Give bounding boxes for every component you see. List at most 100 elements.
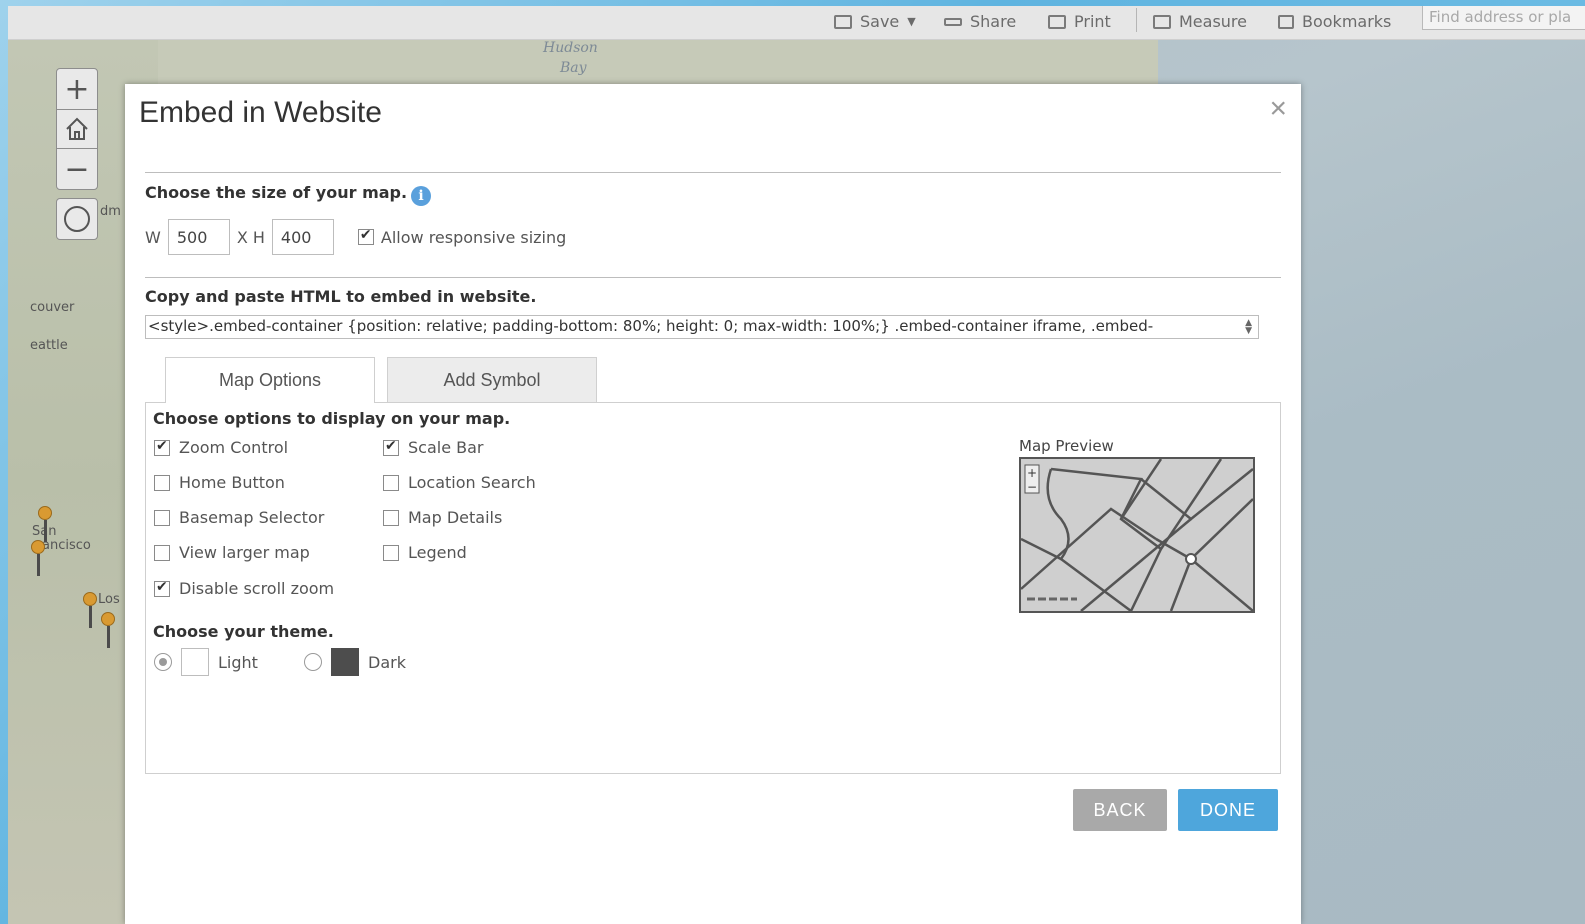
map-options-panel: Choose options to display on your map. Z… bbox=[145, 402, 1281, 774]
home-button[interactable] bbox=[57, 109, 97, 149]
home-button-option[interactable]: Home Button bbox=[154, 473, 285, 492]
print-button[interactable]: Print bbox=[1048, 12, 1111, 31]
light-swatch bbox=[181, 648, 209, 676]
location-search-checkbox[interactable] bbox=[383, 474, 399, 491]
location-search-option[interactable]: Location Search bbox=[383, 473, 536, 492]
option-label: Home Button bbox=[179, 473, 285, 492]
zoom-control-option[interactable]: Zoom Control bbox=[154, 438, 288, 457]
theme-dark-label: Dark bbox=[368, 652, 406, 672]
bookmarks-button[interactable]: Bookmarks bbox=[1278, 12, 1391, 31]
print-label: Print bbox=[1074, 12, 1111, 31]
share-button[interactable]: Share bbox=[944, 12, 1016, 31]
map-details-checkbox[interactable] bbox=[383, 509, 399, 526]
view-larger-map-checkbox[interactable] bbox=[154, 544, 170, 561]
theme-light-option[interactable]: Light bbox=[154, 648, 258, 676]
theme-dark-option[interactable]: Dark bbox=[304, 648, 406, 676]
save-label: Save bbox=[860, 12, 900, 31]
locate-icon bbox=[64, 206, 90, 232]
map-details-option[interactable]: Map Details bbox=[383, 508, 502, 527]
options-section-label: Choose options to display on your map. bbox=[153, 409, 511, 428]
back-button[interactable]: BACK bbox=[1073, 789, 1167, 831]
ruler-icon bbox=[1153, 14, 1171, 29]
size-section-label: Choose the size of your map. i bbox=[145, 183, 432, 206]
size-row: W X H Allow responsive sizing bbox=[145, 219, 566, 255]
disable-scroll-zoom-checkbox[interactable] bbox=[154, 579, 170, 597]
zoom-out-button[interactable]: − bbox=[57, 149, 97, 189]
option-label: Legend bbox=[408, 543, 467, 562]
zoom-control-checkbox[interactable] bbox=[154, 438, 170, 456]
embed-section-label: Copy and paste HTML to embed in website. bbox=[145, 287, 537, 306]
scroll-arrows-icon[interactable]: ▲ ▼ bbox=[1245, 319, 1252, 336]
map-city-label: eattle bbox=[30, 338, 68, 353]
share-label: Share bbox=[970, 12, 1017, 31]
scale-bar-checkbox[interactable] bbox=[383, 438, 399, 456]
basemap-selector-checkbox[interactable] bbox=[154, 509, 170, 526]
option-label: Map Details bbox=[408, 508, 503, 527]
view-larger-map-option[interactable]: View larger map bbox=[154, 543, 310, 562]
legend-checkbox[interactable] bbox=[383, 544, 399, 561]
top-toolbar: Save ▼ Share Print Measure Bookmarks Fin… bbox=[8, 6, 1585, 40]
tab-map-options[interactable]: Map Options bbox=[165, 357, 375, 403]
responsive-sizing-label: Allow responsive sizing bbox=[380, 227, 567, 247]
map-pin[interactable] bbox=[101, 612, 115, 648]
option-label: Location Search bbox=[408, 473, 536, 492]
height-input[interactable] bbox=[271, 219, 334, 255]
home-button-checkbox[interactable] bbox=[154, 474, 170, 491]
map-pin[interactable] bbox=[83, 592, 97, 628]
map-pin[interactable] bbox=[31, 540, 45, 576]
search-input[interactable]: Find address or pla bbox=[1422, 6, 1585, 30]
divider bbox=[145, 172, 1281, 173]
map-land-north bbox=[158, 40, 1158, 88]
disable-scroll-zoom-option[interactable]: Disable scroll zoom bbox=[154, 579, 334, 598]
responsive-sizing-checkbox[interactable] bbox=[357, 227, 374, 245]
map-water-label: Hudson bbox=[543, 40, 598, 56]
width-label: W bbox=[145, 227, 161, 247]
width-input[interactable] bbox=[167, 219, 230, 255]
map-preview-label: Map Preview bbox=[1019, 437, 1114, 455]
divider bbox=[145, 277, 1281, 278]
svg-text:−: − bbox=[1027, 480, 1037, 494]
save-icon bbox=[834, 14, 852, 29]
option-label: Zoom Control bbox=[179, 438, 289, 457]
measure-button[interactable]: Measure bbox=[1153, 12, 1247, 31]
map-water-label: Bay bbox=[560, 60, 587, 76]
svg-text:+: + bbox=[1027, 466, 1037, 480]
dialog-title: Embed in Website bbox=[139, 96, 382, 129]
toolbar-divider bbox=[1136, 8, 1137, 32]
dark-swatch bbox=[331, 648, 359, 676]
measure-label: Measure bbox=[1179, 12, 1247, 31]
locate-button[interactable] bbox=[56, 198, 98, 240]
zoom-in-button[interactable]: + bbox=[57, 69, 97, 109]
basemap-selector-option[interactable]: Basemap Selector bbox=[154, 508, 324, 527]
option-label: View larger map bbox=[179, 543, 310, 562]
embed-code-textarea[interactable]: <style>.embed-container {position: relat… bbox=[145, 315, 1259, 339]
tab-add-symbol[interactable]: Add Symbol bbox=[387, 357, 597, 403]
save-menu[interactable]: Save ▼ bbox=[834, 12, 916, 31]
map-city-label: couver bbox=[30, 300, 75, 315]
chevron-down-icon: ▼ bbox=[907, 15, 916, 28]
map-preview-image: + − bbox=[1021, 459, 1253, 611]
home-icon bbox=[66, 117, 88, 140]
info-icon[interactable]: i bbox=[411, 186, 432, 206]
zoom-control: + − bbox=[56, 68, 98, 190]
option-label: Disable scroll zoom bbox=[179, 579, 335, 598]
theme-section-label: Choose your theme. bbox=[153, 622, 334, 641]
scale-bar-option[interactable]: Scale Bar bbox=[383, 438, 484, 457]
theme-light-label: Light bbox=[218, 652, 258, 672]
map-preview: + − bbox=[1019, 457, 1255, 613]
printer-icon bbox=[1048, 14, 1066, 29]
option-label: Scale Bar bbox=[408, 438, 484, 457]
map-city-label: dm bbox=[100, 204, 121, 219]
map-pin[interactable] bbox=[38, 506, 52, 542]
done-button[interactable]: DONE bbox=[1178, 789, 1278, 831]
size-section-text: Choose the size of your map. bbox=[145, 183, 408, 202]
legend-option[interactable]: Legend bbox=[383, 543, 467, 562]
embed-dialog: Embed in Website × Choose the size of yo… bbox=[125, 84, 1301, 924]
theme-dark-radio[interactable] bbox=[304, 653, 322, 671]
close-icon[interactable]: × bbox=[1269, 92, 1287, 126]
share-icon bbox=[944, 17, 962, 26]
theme-light-radio[interactable] bbox=[154, 653, 172, 671]
embed-code-text: <style>.embed-container {position: relat… bbox=[148, 317, 1154, 335]
bookmarks-label: Bookmarks bbox=[1302, 12, 1392, 31]
height-label: X H bbox=[236, 227, 265, 247]
